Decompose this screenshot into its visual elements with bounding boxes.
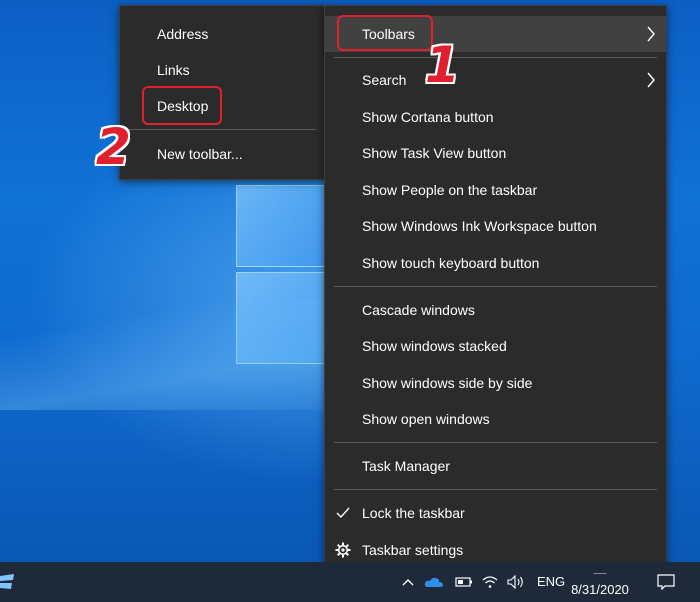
clock[interactable]: — 8/31/2020	[564, 564, 636, 598]
highlight-desktop	[142, 86, 222, 125]
menu-item-label: Cascade windows	[362, 302, 475, 318]
taskbar[interactable]: ENG — 8/31/2020	[0, 562, 700, 602]
menu-separator	[334, 57, 657, 58]
gear-icon	[335, 542, 351, 558]
wifi-icon[interactable]	[481, 575, 499, 589]
menu-item-label: Show People on the taskbar	[362, 182, 538, 198]
menu-separator	[129, 129, 316, 130]
menu-item-label: Show open windows	[362, 411, 490, 427]
submenu-item-label: Links	[157, 62, 190, 78]
submenu-item-links[interactable]: Links	[120, 52, 325, 88]
menu-item-label: Show touch keyboard button	[362, 255, 540, 271]
menu-item-label: Show Task View button	[362, 145, 507, 161]
menu-item-task-manager[interactable]: Task Manager	[325, 448, 666, 484]
clock-date: 8/31/2020	[571, 582, 629, 597]
windows-logo-icon	[0, 574, 14, 589]
menu-item-label: Show Windows Ink Workspace button	[362, 218, 597, 234]
submenu-item-new-toolbar[interactable]: New toolbar...	[120, 136, 325, 172]
clock-time: —	[593, 565, 607, 580]
menu-item-task-view[interactable]: Show Task View button	[325, 135, 666, 171]
menu-item-stacked[interactable]: Show windows stacked	[325, 328, 666, 364]
menu-item-label: Task Manager	[362, 458, 450, 474]
checkmark-icon	[336, 507, 350, 519]
menu-item-label: Show Cortana button	[362, 109, 494, 125]
start-button[interactable]	[0, 570, 16, 594]
language-indicator[interactable]: ENG	[537, 562, 565, 602]
chevron-up-icon[interactable]	[402, 578, 414, 586]
speaker-icon[interactable]	[507, 575, 525, 589]
cloud-icon[interactable]	[424, 576, 444, 588]
chevron-right-icon	[647, 72, 655, 88]
menu-item-side-by-side[interactable]: Show windows side by side	[325, 365, 666, 401]
menu-item-label: Search	[362, 72, 407, 88]
menu-item-search[interactable]: Search	[325, 62, 666, 98]
menu-item-people[interactable]: Show People on the taskbar	[325, 172, 666, 208]
battery-icon[interactable]	[455, 577, 473, 587]
menu-item-ink-workspace[interactable]: Show Windows Ink Workspace button	[325, 208, 666, 244]
chevron-right-icon	[647, 26, 655, 42]
menu-separator	[334, 489, 657, 490]
menu-item-touch-keyboard[interactable]: Show touch keyboard button	[325, 245, 666, 281]
menu-item-show-open-windows[interactable]: Show open windows	[325, 401, 666, 437]
step-number-1: 1	[425, 36, 460, 94]
menu-item-label: Show windows stacked	[362, 338, 507, 354]
taskbar-context-menu: Toolbars Search Show Cortana button Show…	[324, 5, 667, 577]
step-number-2: 2	[96, 118, 131, 176]
submenu-item-label: Address	[157, 26, 209, 42]
submenu-item-label: New toolbar...	[157, 146, 243, 162]
menu-item-cortana[interactable]: Show Cortana button	[325, 99, 666, 135]
windows-logo-pane	[236, 185, 338, 267]
notification-icon[interactable]	[657, 574, 675, 590]
menu-item-cascade[interactable]: Cascade windows	[325, 292, 666, 328]
menu-separator	[334, 442, 657, 443]
submenu-item-address[interactable]: Address	[120, 16, 325, 52]
menu-separator	[334, 286, 657, 287]
menu-item-label: Lock the taskbar	[362, 505, 465, 521]
highlight-toolbars	[337, 15, 433, 51]
menu-item-label: Show windows side by side	[362, 375, 533, 391]
menu-item-lock-taskbar[interactable]: Lock the taskbar	[325, 495, 666, 531]
